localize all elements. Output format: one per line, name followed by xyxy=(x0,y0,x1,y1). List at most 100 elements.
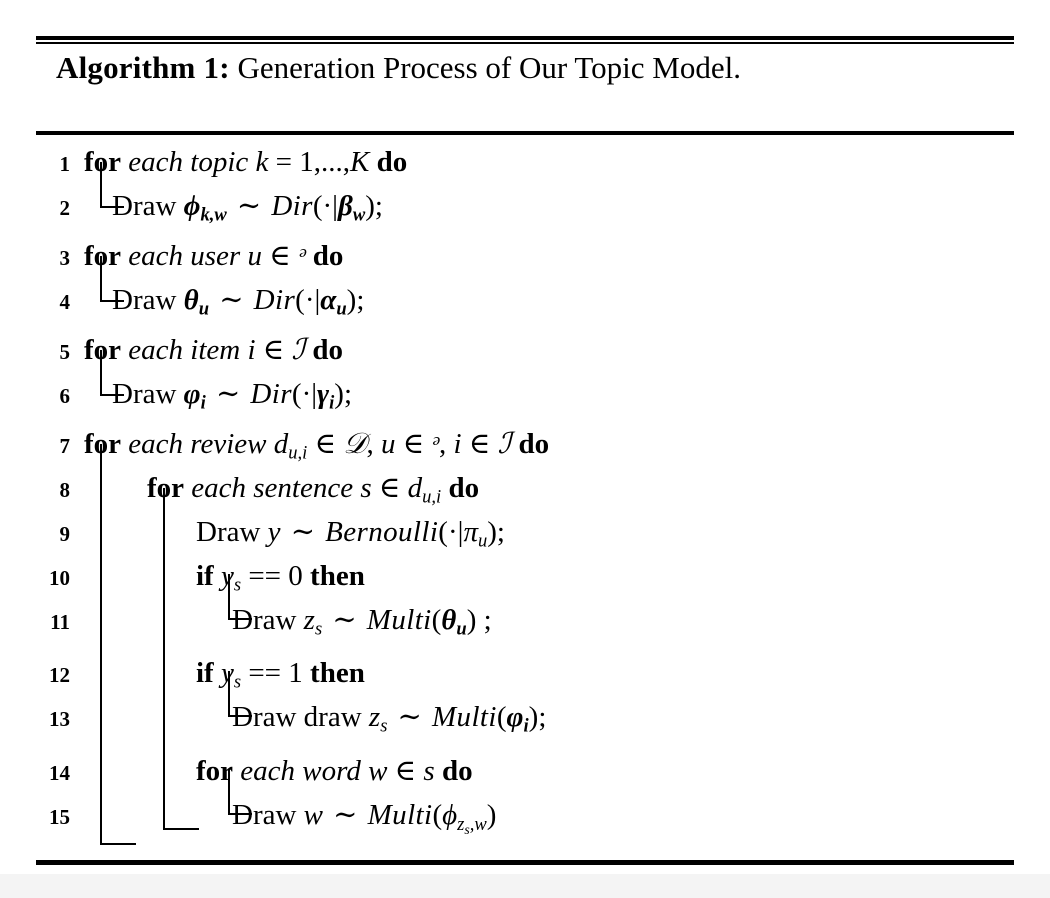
subscript: u xyxy=(477,530,488,552)
terminator: ; xyxy=(538,701,547,733)
terminator: ; xyxy=(476,604,492,636)
line-code: Draw zs ∼ Multi(θu) ; xyxy=(232,604,492,640)
element-of-symbol: ∈ xyxy=(394,755,417,787)
symbol-pi: π xyxy=(463,516,478,548)
line-code: if ys == 0 then xyxy=(196,554,365,598)
draw-verb: Draw draw xyxy=(232,701,362,733)
subscript: s xyxy=(233,671,242,693)
draw-verb: Draw xyxy=(112,284,177,316)
line-code: Draw draw zs ∼ Multi(φi); xyxy=(232,701,547,737)
loop-variable: du,i xyxy=(273,428,308,462)
symbol-theta: θ xyxy=(441,604,457,636)
loop-condition: each word xyxy=(240,755,361,787)
loop-condition: each topic xyxy=(128,146,249,178)
distribution-name: Bernoulli xyxy=(325,516,439,548)
top-rule-upper xyxy=(36,36,1014,40)
algorithm-line: 4 Draw θu ∼ Dir(·|αu); xyxy=(0,278,1050,322)
algorithm-line: 6 Draw φi ∼ Dir(·|γi); xyxy=(0,372,1050,416)
algorithm-body: 1 for each topic k = 1,...,K do 2 Draw ϕ… xyxy=(0,140,1050,852)
algorithm-line: 8 for each sentence s ∈ du,i do xyxy=(0,466,1050,510)
condition-variable: ys xyxy=(220,560,242,596)
loop-condition: each sentence xyxy=(191,472,354,504)
subscript: w xyxy=(352,204,366,226)
algorithm-line: 10 if ys == 0 then xyxy=(0,554,1050,598)
distribution-name: Dir xyxy=(253,284,296,316)
keyword-for: for xyxy=(196,755,234,787)
terminator: ; xyxy=(356,284,365,316)
symbol-varphi: φ xyxy=(506,701,524,733)
conditional-bar: ·| xyxy=(301,378,318,410)
line-code: Draw ϕk,w ∼ Dir(·|βw); xyxy=(112,190,383,226)
draw-verb: Draw xyxy=(232,799,297,831)
distributed-as: ∼ xyxy=(236,190,262,222)
line-code: Draw φi ∼ Dir(·|γi); xyxy=(112,378,352,414)
symbol-gamma: γ xyxy=(317,378,330,410)
draw-target: w xyxy=(303,799,324,831)
loop-variable: w xyxy=(368,755,388,787)
loop-variable: u xyxy=(247,240,262,272)
line-number: 15 xyxy=(49,805,70,829)
distributed-as: ∼ xyxy=(332,604,357,636)
draw-target: zs xyxy=(368,701,388,737)
loop-variable: i xyxy=(247,334,256,366)
draw-target: φi xyxy=(183,378,206,412)
parameter: βw xyxy=(338,190,365,224)
algorithm-line: 13 Draw draw zs ∼ Multi(φi); xyxy=(0,695,1050,739)
subscript-tail: ,w xyxy=(469,813,487,835)
set-symbol-items: ℐ xyxy=(291,334,306,366)
algorithm-line: 11 Draw zs ∼ Multi(θu) ; xyxy=(0,598,1050,642)
line-number: 6 xyxy=(59,384,71,408)
keyword-do: do xyxy=(312,334,343,366)
line-number: 7 xyxy=(59,434,71,458)
distribution-name: Multi xyxy=(367,799,433,831)
set-symbol-users: ᵊ xyxy=(297,240,306,272)
loop-variable-user: u xyxy=(380,428,396,460)
equals-sign: = xyxy=(275,146,292,178)
caption-separator-rule xyxy=(36,131,1014,135)
line-number: 13 xyxy=(49,707,70,731)
parameter: ϕzs,w xyxy=(442,799,487,836)
element-of-symbol: ∈ xyxy=(378,472,401,504)
keyword-for: for xyxy=(84,334,122,366)
distribution-name: Multi xyxy=(432,701,497,733)
subscript: u xyxy=(456,618,467,640)
draw-verb: Draw xyxy=(232,604,297,636)
draw-verb: Draw xyxy=(112,378,177,410)
keyword-for: for xyxy=(84,146,122,178)
element-of-symbol: ∈ xyxy=(262,334,285,366)
draw-target: zs xyxy=(303,604,323,640)
subscript: zs,w xyxy=(457,813,487,837)
line-code: for each topic k = 1,...,K do xyxy=(84,140,407,184)
line-code: Draw w ∼ Multi(ϕzs,w) xyxy=(232,799,497,837)
distribution-name: Dir xyxy=(250,378,292,410)
distributed-as: ∼ xyxy=(333,799,358,831)
keyword-do: do xyxy=(518,428,550,460)
distribution-name: Dir xyxy=(271,190,313,222)
loop-variable-item: i xyxy=(453,428,462,460)
line-code: for each word w ∈ s do xyxy=(196,749,473,793)
subscript: u,i xyxy=(288,442,308,464)
review-symbol: d xyxy=(273,428,289,460)
algorithm-line: 2 Draw ϕk,w ∼ Dir(·|βw); xyxy=(0,184,1050,228)
keyword-for: for xyxy=(84,240,122,272)
line-number: 8 xyxy=(59,478,71,502)
review-symbol: du,i xyxy=(407,472,442,508)
symbol-varphi: φ xyxy=(183,378,201,410)
keyword-do: do xyxy=(448,472,480,504)
draw-target: θu xyxy=(184,284,209,318)
loop-condition: each item xyxy=(128,334,241,366)
condition-value: 1 xyxy=(288,657,303,689)
parameter: αu xyxy=(320,284,346,318)
line-number: 12 xyxy=(49,663,70,687)
keyword-then: then xyxy=(310,657,365,689)
conditional-bar: ·| xyxy=(322,190,338,222)
line-code: for each user u ∈ ᵊ do xyxy=(84,234,343,278)
line-number: 9 xyxy=(59,522,71,546)
parameter: φi xyxy=(506,701,529,735)
algorithm-page: Algorithm 1: Generation Process of Our T… xyxy=(0,0,1050,898)
conditional-bar: ·| xyxy=(304,284,321,316)
terminator: ; xyxy=(496,516,505,548)
condition-variable: ys xyxy=(220,657,242,693)
element-of-symbol: ∈ xyxy=(402,428,425,460)
keyword-do: do xyxy=(441,755,473,787)
